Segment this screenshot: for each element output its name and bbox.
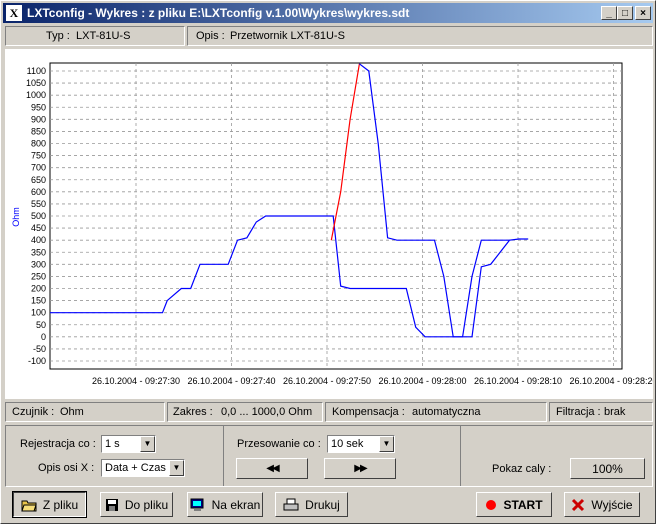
x-tick-label: 26.10.2004 - 09:28:20	[569, 376, 653, 386]
y-tick-label: 1050	[26, 78, 46, 88]
y-tick-label: 0	[41, 332, 46, 342]
y-tick-label: 200	[31, 284, 46, 294]
y-tick-label: 150	[31, 296, 46, 306]
scroll-back-button[interactable]: ◀◀	[236, 458, 308, 479]
y-tick-label: -100	[28, 356, 46, 366]
y-tick-label: 1100	[27, 66, 46, 76]
line-chart: 1100105010009509008508007507006506005505…	[11, 62, 656, 386]
main-window: X LXTconfig - Wykres : z pliku E:\LXTcon…	[0, 0, 656, 524]
y-tick-label: 800	[31, 139, 46, 149]
shift-select[interactable]: 10 sek ▼	[327, 435, 395, 453]
desc-value: Przetwornik LXT-81U-S	[230, 30, 345, 42]
type-panel: Typ : LXT-81U-S	[5, 26, 185, 46]
y-tick-label: 950	[31, 102, 46, 112]
close-button[interactable]: ×	[635, 6, 651, 20]
divider	[223, 426, 224, 486]
start-button[interactable]: START	[476, 492, 552, 517]
sensor-panel: Czujnik : Ohm	[5, 402, 165, 422]
app-icon[interactable]: X	[6, 5, 22, 21]
y-tick-label: 250	[31, 271, 46, 281]
x-tick-label: 26.10.2004 - 09:28:00	[378, 376, 466, 386]
chevron-down-icon[interactable]: ▼	[140, 436, 155, 452]
y-tick-label: 850	[31, 126, 46, 136]
folder-open-icon	[21, 500, 37, 511]
y-tick-label: 600	[31, 187, 46, 197]
save-disk-icon	[105, 498, 118, 511]
comp-value: automatyczna	[412, 406, 481, 418]
monitor-icon	[190, 498, 204, 511]
sensor-value: Ohm	[60, 406, 84, 418]
y-tick-label: 450	[31, 223, 46, 233]
maximize-button[interactable]: □	[617, 6, 633, 20]
window-title: LXTconfig - Wykres : z pliku E:\LXTconfi…	[27, 6, 410, 20]
from-file-button[interactable]: Z pliku	[12, 491, 87, 518]
y-tick-label: 350	[31, 247, 46, 257]
chart-area: 1100 1050 1000 950 900 850 800 750 700 650 600 550 5…	[5, 49, 656, 399]
chevron-down-icon[interactable]: ▼	[169, 460, 184, 476]
type-value: LXT-81U-S	[76, 30, 131, 42]
title-bar: X LXTconfig - Wykres : z pliku E:\LXTcon…	[3, 3, 653, 23]
show-all-button[interactable]: 100%	[570, 458, 645, 479]
to-screen-button[interactable]: Na ekran	[187, 492, 263, 517]
print-label: Drukuj	[305, 497, 340, 512]
range-panel: Zakres : 0,0 ... 1000,0 Ohm	[167, 402, 323, 422]
shift-label: Przesowanie co :	[237, 438, 321, 450]
x-tick-label: 26.10.2004 - 09:28:10	[474, 376, 562, 386]
y-axis-label: Ohm	[11, 207, 21, 227]
to-file-button[interactable]: Do pliku	[100, 492, 173, 517]
x-tick-label: 26.10.2004 - 09:27:50	[283, 376, 371, 386]
y-tick-label: 400	[31, 235, 46, 245]
close-x-icon	[572, 498, 585, 511]
comp-label: Kompensacja :	[332, 406, 405, 418]
y-tick-label: 500	[31, 211, 46, 221]
range-label: Zakres :	[173, 406, 213, 418]
xaxis-value: Data + Czas	[105, 462, 166, 474]
y-tick-label: 650	[31, 175, 46, 185]
y-tick-label: 100	[31, 308, 46, 318]
show-all-label: Pokaz caly :	[492, 463, 552, 475]
filter-label: Filtracja :	[556, 406, 601, 418]
print-button[interactable]: Drukuj	[275, 492, 348, 517]
y-tick-label: 900	[31, 114, 46, 124]
xaxis-select[interactable]: Data + Czas ▼	[101, 459, 185, 477]
desc-panel: Opis : Przetwornik LXT-81U-S	[187, 26, 653, 46]
y-tick-label: 700	[31, 163, 46, 173]
minimize-button[interactable]: _	[601, 6, 617, 20]
x-tick-label: 26.10.2004 - 09:27:40	[187, 376, 275, 386]
divider	[460, 426, 461, 486]
desc-label: Opis :	[196, 30, 225, 42]
y-tick-label: 50	[36, 320, 46, 330]
y-tick-label: -50	[33, 344, 46, 354]
to-file-label: Do pliku	[124, 497, 169, 512]
y-tick-label: 750	[31, 151, 46, 161]
y-tick-label: 1000	[26, 90, 46, 100]
filter-value: brak	[604, 406, 626, 418]
range-value: 0,0 ... 1000,0 Ohm	[221, 406, 313, 418]
start-label: START	[503, 497, 543, 512]
type-label: Typ :	[46, 30, 70, 42]
exit-label: Wyjście	[591, 497, 633, 512]
y-tick-label: 550	[31, 199, 46, 209]
sensor-label: Czujnik :	[12, 406, 55, 418]
record-dot-icon	[486, 499, 497, 510]
from-file-label: Z pliku	[42, 497, 79, 512]
chevron-down-icon[interactable]: ▼	[379, 436, 394, 452]
printer-icon	[283, 498, 299, 510]
shift-value: 10 sek	[331, 438, 364, 450]
scroll-forward-button[interactable]: ▶▶	[324, 458, 396, 479]
registration-select[interactable]: 1 s ▼	[101, 435, 156, 453]
filter-panel: Filtracja : brak	[549, 402, 653, 422]
y-tick-label: 300	[31, 259, 46, 269]
to-screen-label: Na ekran	[211, 497, 261, 512]
registration-label: Rejestracja co :	[20, 438, 96, 450]
compensation-panel: Kompensacja : automatyczna	[325, 402, 547, 422]
x-tick-label: 26.10.2004 - 09:27:30	[92, 376, 180, 386]
registration-value: 1 s	[105, 438, 120, 450]
xaxis-label: Opis osi X :	[38, 462, 95, 474]
exit-button[interactable]: Wyjście	[564, 492, 640, 517]
